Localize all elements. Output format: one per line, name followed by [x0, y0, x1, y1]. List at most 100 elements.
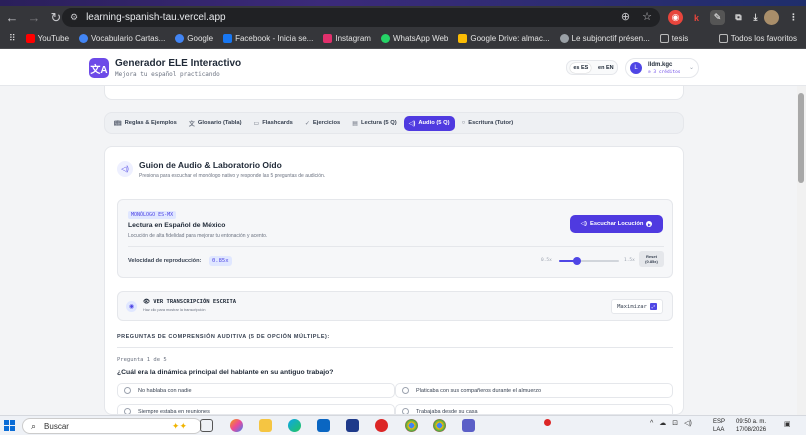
taskbar-search[interactable]: ⌕ Buscar ✦✦ — [22, 418, 202, 434]
extension-icon[interactable]: ◉ — [668, 10, 683, 25]
chrome-icon[interactable] — [405, 419, 418, 432]
bookmark-item[interactable]: Instagram — [318, 34, 376, 43]
tab-glosario[interactable]: 文 Glosario (Tabla) — [184, 115, 247, 132]
speed-slider[interactable] — [559, 257, 619, 265]
tab-escritura[interactable]: ○ Escritura (Tutor) — [457, 116, 519, 130]
teams-icon[interactable] — [462, 419, 475, 432]
speed-value: 0.85x — [209, 256, 232, 266]
language-switch: es ES en EN — [566, 60, 618, 75]
bookmark-item[interactable]: Le subjonctif présen... — [555, 34, 655, 43]
speed-label: Velocidad de reproducción: — [128, 258, 202, 264]
speaker-icon: ◁) — [408, 120, 416, 127]
app-header: 文A Generador ELE Interactivo Mejora tu e… — [0, 49, 806, 86]
tab-flashcards[interactable]: ▭ Flashcards — [249, 116, 298, 131]
browser-toolbar: ← → ↻ ⚙ learning-spanish-tau.vercel.app … — [0, 6, 806, 29]
back-icon[interactable]: ← — [2, 8, 22, 28]
menu-icon[interactable]: ⋮ — [786, 10, 801, 25]
sparkle-icon: ✦✦ — [171, 420, 187, 431]
edge-icon[interactable] — [288, 419, 301, 432]
eye-icon: 👁︎ — [143, 299, 154, 305]
network-icon[interactable]: ⊡ — [672, 419, 678, 427]
file-explorer-icon[interactable] — [259, 419, 272, 432]
transcript-panel[interactable]: ◉ 👁︎ VER TRANSCRIPCIÓN ESCRITA Haz clic … — [117, 291, 673, 321]
speed-slider-thumb[interactable] — [573, 257, 581, 265]
app-icon[interactable] — [230, 419, 243, 432]
forward-icon[interactable]: → — [24, 8, 44, 28]
answer-option[interactable]: Platicaba con sus compañeros durante el … — [395, 383, 673, 398]
extension-k-icon[interactable]: k — [689, 10, 704, 25]
divider — [117, 347, 673, 348]
youtube-icon — [25, 34, 35, 43]
card-title: Guion de Audio & Laboratorio Oído — [139, 160, 282, 170]
lang-en-button[interactable]: en EN — [598, 65, 614, 71]
monologue-badge: MONÓLOGO ES-MX — [128, 211, 177, 219]
answer-option[interactable]: Trabajaba desde su casa — [395, 404, 673, 414]
lang-es-button[interactable]: es ES — [570, 62, 592, 73]
notification-badge-icon[interactable] — [544, 419, 551, 426]
notifications-icon[interactable]: ▣ — [784, 420, 794, 430]
bookmark-item[interactable]: Google — [170, 34, 218, 43]
user-menu[interactable]: L lldm.kgc ⊙ 3 créditos ⌄ — [625, 58, 699, 78]
speed-min-label: 0.5x — [541, 258, 552, 263]
speed-max-label: 1.5x — [624, 258, 635, 263]
audio-card: ◁) Guion de Audio & Laboratorio Oído Pre… — [104, 146, 684, 415]
outlook-icon[interactable] — [317, 419, 330, 432]
radio-icon — [402, 408, 409, 414]
play-icon: ▶ — [646, 221, 653, 227]
audio-player-panel: MONÓLOGO ES-MX Lectura en Español de Méx… — [117, 199, 673, 278]
bookmark-item[interactable]: WhatsApp Web — [376, 34, 453, 43]
chrome-icon[interactable] — [433, 419, 446, 432]
site-info-icon[interactable]: ⚙ — [70, 12, 78, 23]
tab-reglas[interactable]: 📖︎ Reglas & Ejemplos — [109, 116, 182, 131]
task-view-icon[interactable] — [200, 419, 213, 432]
tab-lectura[interactable]: ▤ Lectura (5 Q) — [347, 116, 401, 131]
bookmark-item[interactable]: Facebook - Inicia se... — [218, 34, 318, 43]
clock[interactable]: 09:50 a. m. 17/08/2026 — [736, 418, 766, 434]
card-description: Presiona para escuchar el monólogo nativ… — [139, 173, 326, 179]
profile-avatar[interactable] — [764, 10, 779, 25]
bookmark-item[interactable]: Vocabulario Cartas... — [74, 34, 170, 43]
site-icon — [79, 34, 89, 43]
cloud-icon[interactable]: ☁ — [659, 419, 666, 427]
bookmark-item[interactable]: YouTube — [21, 34, 74, 43]
maximize-button[interactable]: Maximizar ⤢ — [611, 299, 663, 314]
play-audio-button[interactable]: ◁) Escuchar Locución ▶ — [570, 215, 663, 233]
app-icon[interactable] — [346, 419, 359, 432]
translate-logo-icon: 文A — [89, 58, 109, 78]
user-credits: ⊙ 3 créditos — [648, 70, 681, 75]
folder-icon — [659, 34, 669, 43]
volume-icon[interactable]: ◁) — [684, 419, 692, 427]
answer-option[interactable]: No hablaba con nadie — [117, 383, 395, 398]
radio-icon — [402, 387, 409, 394]
eye-icon: ◉ — [126, 301, 137, 312]
check-circle-icon: ✓ — [304, 120, 310, 127]
search-icon: ⌕ — [31, 420, 37, 431]
facebook-icon — [223, 34, 233, 43]
bookmark-star-icon[interactable]: ☆ — [642, 10, 652, 23]
instagram-icon — [323, 34, 333, 43]
puzzle-icon[interactable]: ⧉ — [731, 10, 746, 25]
apps-icon[interactable]: ⠿ — [4, 33, 21, 44]
tab-ejercicios[interactable]: ✓ Ejercicios — [300, 116, 345, 131]
scrollbar-thumb[interactable] — [798, 93, 804, 183]
all-bookmarks[interactable]: Todos los favoritos — [714, 34, 802, 43]
zoom-icon[interactable]: ⊕ — [621, 10, 630, 23]
chevron-down-icon: ⌄ — [689, 65, 695, 71]
answer-option[interactable]: Siempre estaba en reuniones — [117, 404, 395, 414]
tab-audio[interactable]: ◁) Audio (5 Q) — [403, 115, 455, 131]
windows-start-icon[interactable] — [4, 420, 16, 432]
input-language[interactable]: ESP LAA — [713, 418, 725, 434]
bookmark-item[interactable]: Google Drive: almac... — [453, 34, 554, 43]
radio-icon — [124, 408, 131, 414]
reset-speed-button[interactable]: Reset (0.85x) — [639, 251, 664, 267]
bookmark-folder[interactable]: tesis — [655, 34, 693, 43]
address-bar[interactable]: ⚙ learning-spanish-tau.vercel.app ⊕ ☆ — [62, 8, 660, 27]
page-scrollbar[interactable] — [797, 86, 806, 415]
app-icon[interactable] — [375, 419, 388, 432]
extension-icon[interactable]: ✎ — [710, 10, 725, 25]
chevron-up-icon[interactable]: ^ — [650, 420, 653, 427]
section-tabs: 📖︎ Reglas & Ejemplos 文 Glosario (Tabla) ▭ F… — [104, 112, 684, 134]
maximize-icon: ⤢ — [649, 303, 657, 310]
google-icon — [175, 34, 185, 43]
downloads-icon[interactable]: ⤓ — [748, 10, 763, 25]
